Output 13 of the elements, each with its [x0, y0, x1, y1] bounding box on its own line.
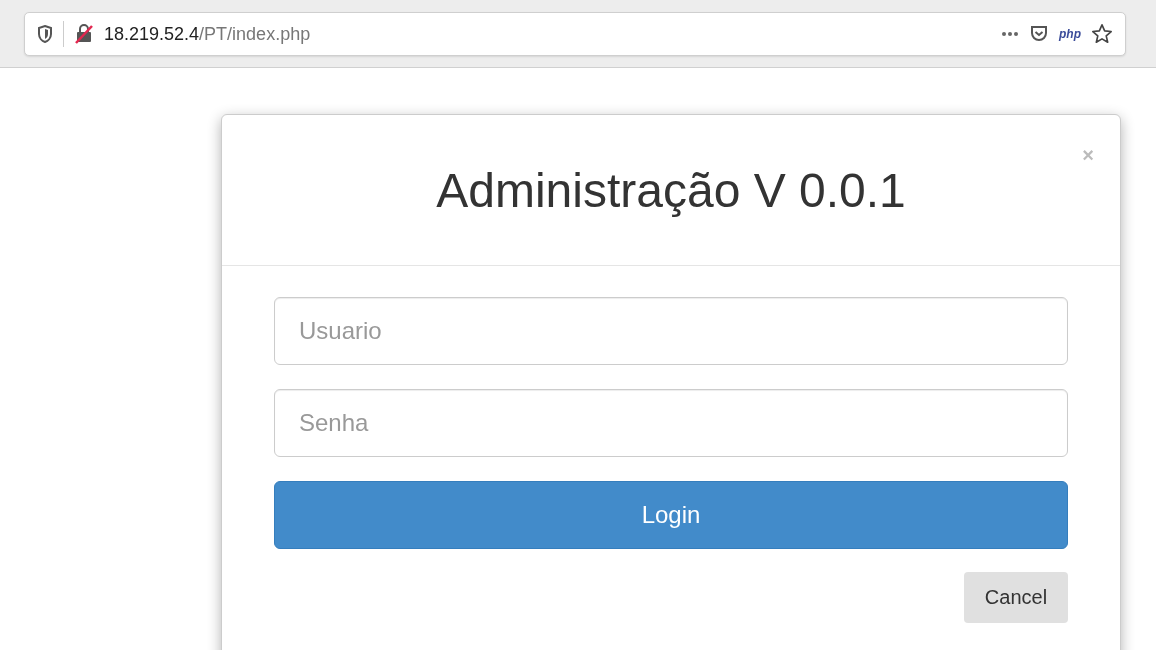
pocket-icon[interactable] — [1029, 24, 1049, 44]
bookmark-star-icon[interactable] — [1091, 23, 1113, 45]
more-icon[interactable] — [1001, 31, 1019, 37]
dialog-title: Administração V 0.0.1 — [436, 162, 906, 218]
login-button[interactable]: Login — [274, 481, 1068, 549]
cancel-button[interactable]: Cancel — [964, 572, 1068, 623]
insecure-lock-icon[interactable] — [74, 24, 94, 44]
input-field[interactable]: Senha — [274, 389, 1068, 457]
input-field[interactable]: Usuario — [274, 297, 1068, 365]
php-extension-icon[interactable]: php — [1059, 27, 1081, 41]
url-text[interactable]: 18.219.52.4/PT/index.php — [104, 23, 311, 45]
shield-icon[interactable] — [37, 25, 53, 43]
address-bar[interactable]: 18.219.52.4/PT/index.php php — [24, 12, 1126, 56]
